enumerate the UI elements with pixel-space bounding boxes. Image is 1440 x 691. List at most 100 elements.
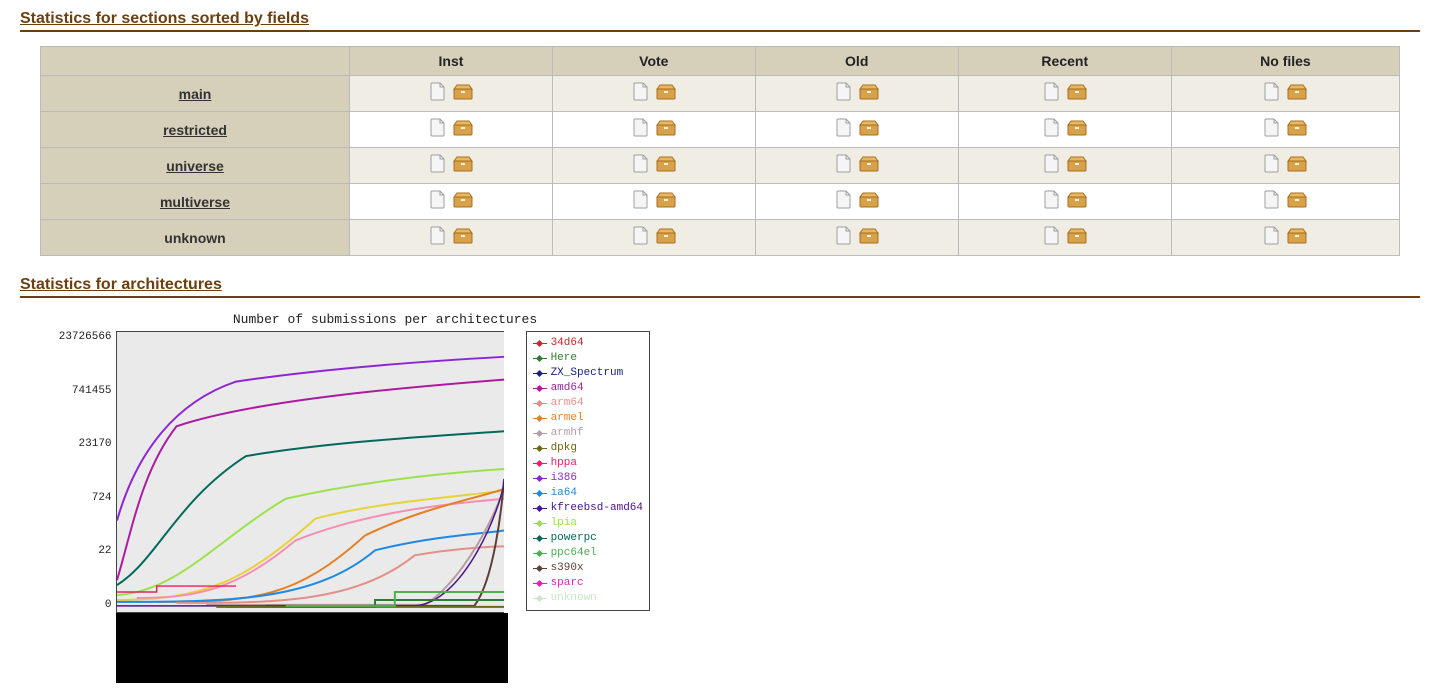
file-icon [429,154,447,174]
file-link-multiverse-recent[interactable] [1043,190,1061,210]
chart-y-axis: 2372656674145523170724220 [50,331,116,611]
file-link-unknown-old[interactable] [835,226,853,246]
package-icon [656,154,676,174]
file-icon [1263,154,1281,174]
file-icon [429,190,447,210]
chart-title: Number of submissions per architectures [120,312,650,327]
section-link-main[interactable]: main [179,86,212,102]
gzip-link-multiverse-vote[interactable] [656,190,676,210]
legend-swatch-icon [533,373,547,374]
file-link-unknown-inst[interactable] [429,226,447,246]
table-row: restricted [41,112,1400,148]
gzip-link-main-vote[interactable] [656,82,676,102]
file-icon [1263,118,1281,138]
package-icon [1287,82,1307,102]
cell-restricted-old [755,112,958,148]
file-link-unknown-vote[interactable] [632,226,650,246]
legend-entry-armhf: armhf [533,426,643,441]
section-link-multiverse[interactable]: multiverse [160,194,230,210]
file-link-unknown-recent[interactable] [1043,226,1061,246]
file-link-restricted-inst[interactable] [429,118,447,138]
file-icon [835,190,853,210]
section-link-universe[interactable]: universe [166,158,224,174]
file-link-multiverse-old[interactable] [835,190,853,210]
file-icon [835,118,853,138]
gzip-link-main-nofiles[interactable] [1287,82,1307,102]
gzip-link-restricted-vote[interactable] [656,118,676,138]
gzip-link-universe-old[interactable] [859,154,879,174]
legend-entry-s390x: s390x [533,561,643,576]
gzip-link-unknown-old[interactable] [859,226,879,246]
gzip-link-multiverse-inst[interactable] [453,190,473,210]
legend-entry-ZX_Spectrum: ZX_Spectrum [533,366,643,381]
file-link-multiverse-vote[interactable] [632,190,650,210]
file-link-main-old[interactable] [835,82,853,102]
gzip-link-universe-recent[interactable] [1067,154,1087,174]
legend-swatch-icon [533,388,547,389]
file-link-main-nofiles[interactable] [1263,82,1281,102]
gzip-link-universe-nofiles[interactable] [1287,154,1307,174]
file-link-restricted-old[interactable] [835,118,853,138]
gzip-link-universe-inst[interactable] [453,154,473,174]
gzip-link-multiverse-recent[interactable] [1067,190,1087,210]
legend-swatch-icon [533,418,547,419]
package-icon [859,226,879,246]
table-row: multiverse [41,184,1400,220]
package-icon [1067,154,1087,174]
file-link-restricted-vote[interactable] [632,118,650,138]
section-link-restricted[interactable]: restricted [163,122,227,138]
gzip-link-main-old[interactable] [859,82,879,102]
header-vote: Vote [552,47,755,76]
package-icon [1287,190,1307,210]
legend-swatch-icon [533,598,547,599]
package-icon [859,154,879,174]
gzip-link-restricted-nofiles[interactable] [1287,118,1307,138]
cell-main-nofiles [1171,76,1399,112]
file-link-universe-vote[interactable] [632,154,650,174]
gzip-link-unknown-nofiles[interactable] [1287,226,1307,246]
table-header-row: Inst Vote Old Recent No files [41,47,1400,76]
gzip-link-main-recent[interactable] [1067,82,1087,102]
legend-label: sparc [551,576,584,591]
cell-universe-nofiles [1171,148,1399,184]
file-link-main-vote[interactable] [632,82,650,102]
gzip-link-multiverse-nofiles[interactable] [1287,190,1307,210]
package-icon [656,82,676,102]
file-icon [1263,226,1281,246]
legend-swatch-icon [533,343,547,344]
cell-unknown-recent [958,220,1171,256]
file-link-multiverse-inst[interactable] [429,190,447,210]
gzip-link-multiverse-old[interactable] [859,190,879,210]
file-icon [632,82,650,102]
legend-entry-powerpc: powerpc [533,531,643,546]
gzip-link-main-inst[interactable] [453,82,473,102]
gzip-link-restricted-recent[interactable] [1067,118,1087,138]
file-link-universe-recent[interactable] [1043,154,1061,174]
gzip-link-universe-vote[interactable] [656,154,676,174]
file-link-universe-old[interactable] [835,154,853,174]
file-link-restricted-recent[interactable] [1043,118,1061,138]
file-link-universe-nofiles[interactable] [1263,154,1281,174]
header-old: Old [755,47,958,76]
gzip-link-unknown-vote[interactable] [656,226,676,246]
file-link-main-inst[interactable] [429,82,447,102]
sections-table: Inst Vote Old Recent No files main restri… [40,46,1400,256]
row-label-multiverse: multiverse [41,184,350,220]
legend-entry-ia64: ia64 [533,486,643,501]
package-icon [1287,118,1307,138]
legend-label: kfreebsd-amd64 [551,501,643,516]
gzip-link-unknown-recent[interactable] [1067,226,1087,246]
cell-multiverse-recent [958,184,1171,220]
table-row: universe [41,148,1400,184]
gzip-link-restricted-old[interactable] [859,118,879,138]
file-link-universe-inst[interactable] [429,154,447,174]
file-icon [1263,82,1281,102]
file-icon [1043,154,1061,174]
file-link-multiverse-nofiles[interactable] [1263,190,1281,210]
gzip-link-restricted-inst[interactable] [453,118,473,138]
file-link-main-recent[interactable] [1043,82,1061,102]
gzip-link-unknown-inst[interactable] [453,226,473,246]
chart-x-axis [116,613,508,683]
file-link-unknown-nofiles[interactable] [1263,226,1281,246]
file-link-restricted-nofiles[interactable] [1263,118,1281,138]
